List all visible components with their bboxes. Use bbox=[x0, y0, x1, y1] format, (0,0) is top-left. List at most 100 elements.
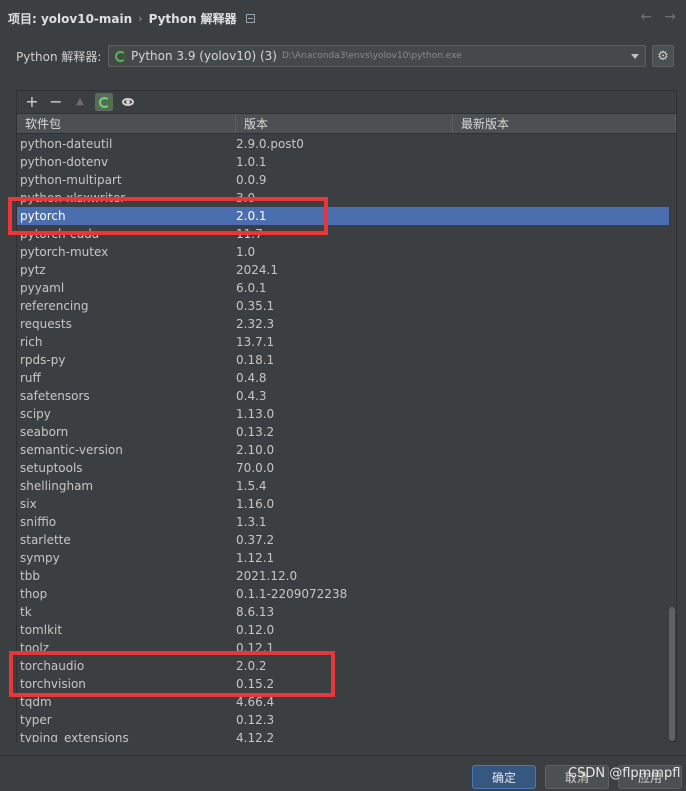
cell-package: tbb bbox=[20, 569, 40, 583]
table-row[interactable]: pytz 2024.1 bbox=[17, 261, 669, 279]
chevron-down-icon[interactable] bbox=[631, 54, 639, 59]
table-row[interactable]: setuptools 70.0.0 bbox=[17, 459, 669, 477]
column-header-version[interactable]: 版本 bbox=[236, 114, 453, 133]
cell-package: python-dotenv bbox=[20, 155, 109, 169]
cell-version: 2021.12.0 bbox=[236, 569, 298, 583]
breadcrumb-separator: › bbox=[138, 11, 143, 25]
table-row[interactable]: pyyaml 6.0.1 bbox=[17, 279, 669, 297]
breadcrumb-project[interactable]: 项目: yolov10-main bbox=[8, 10, 132, 27]
column-header-package[interactable]: 软件包 bbox=[17, 114, 236, 133]
table-row[interactable]: python-dotenv 1.0.1 bbox=[17, 153, 669, 171]
table-row[interactable]: safetensors 0.4.3 bbox=[17, 387, 669, 405]
cell-package: safetensors bbox=[20, 389, 90, 403]
cell-package: python-dateutil bbox=[20, 137, 113, 151]
refresh-icon bbox=[98, 96, 110, 108]
cell-version: 4.66.4 bbox=[236, 695, 275, 709]
watermark: CSDN @flpmmpfl bbox=[568, 766, 681, 781]
cell-package: scipy bbox=[20, 407, 51, 421]
table-row[interactable]: tk 8.6.13 bbox=[17, 603, 669, 621]
table-row[interactable]: shellingham 1.5.4 bbox=[17, 477, 669, 495]
cell-version: 0.1.1-2209072238 bbox=[236, 587, 348, 601]
interpreter-settings-button[interactable]: ⚙ bbox=[652, 45, 674, 67]
packages-toolbar: + − ▲ bbox=[17, 91, 676, 113]
back-arrow-icon[interactable]: ← bbox=[641, 9, 653, 25]
cell-version: 1.0 bbox=[236, 245, 256, 259]
cell-package: pytz bbox=[20, 263, 46, 277]
collapse-icon[interactable] bbox=[245, 13, 255, 23]
table-row[interactable]: python-dateutil 2.9.0.post0 bbox=[17, 135, 669, 153]
cell-package: python-multipart bbox=[20, 173, 122, 187]
cell-package: ruff bbox=[20, 371, 41, 385]
cell-version: 13.7.1 bbox=[236, 335, 275, 349]
table-row[interactable]: pytorch-mutex 1.0 bbox=[17, 243, 669, 261]
forward-arrow-icon[interactable]: → bbox=[664, 9, 676, 25]
cell-package: seaborn bbox=[20, 425, 69, 439]
table-row[interactable]: thop 0.1.1-2209072238 bbox=[17, 585, 669, 603]
eye-icon bbox=[122, 98, 134, 106]
cell-package: sympy bbox=[20, 551, 60, 565]
breadcrumb: 项目: yolov10-main › Python 解释器 bbox=[8, 8, 255, 28]
ok-button[interactable]: 确定 bbox=[472, 765, 536, 789]
table-row[interactable]: tbb 2021.12.0 bbox=[17, 567, 669, 585]
cell-package: rich bbox=[20, 335, 43, 349]
cell-package: tqdm bbox=[20, 695, 52, 709]
packages-panel: + − ▲ 软件包 版本 最新版本 python-dateutil 2.9.0.p… bbox=[16, 90, 677, 742]
interpreter-select[interactable]: Python 3.9 (yolov10) (3) D:\Anaconda3\en… bbox=[108, 45, 646, 67]
refresh-button[interactable] bbox=[95, 93, 113, 111]
table-row[interactable]: referencing 0.35.1 bbox=[17, 297, 669, 315]
add-package-button[interactable]: + bbox=[23, 93, 41, 111]
scrollbar-thumb[interactable] bbox=[669, 607, 675, 741]
cell-version: 0.4.3 bbox=[236, 389, 267, 403]
cell-version: 70.0.0 bbox=[236, 461, 275, 475]
cell-package: rpds-py bbox=[20, 353, 66, 367]
cell-package: referencing bbox=[20, 299, 89, 313]
nav-arrows: ← → bbox=[641, 9, 676, 25]
table-row[interactable]: semantic-version 2.10.0 bbox=[17, 441, 669, 459]
cell-version: 6.0.1 bbox=[236, 281, 267, 295]
table-row[interactable]: sympy 1.12.1 bbox=[17, 549, 669, 567]
cell-package: six bbox=[20, 497, 37, 511]
table-scrollbar[interactable] bbox=[667, 135, 675, 742]
remove-package-button[interactable]: − bbox=[47, 93, 65, 111]
interpreter-row: Python 解释器: Python 3.9 (yolov10) (3) D:\… bbox=[16, 44, 676, 68]
table-row[interactable]: six 1.16.0 bbox=[17, 495, 669, 513]
table-row[interactable]: sniffio 1.3.1 bbox=[17, 513, 669, 531]
cell-version: 0.12.0 bbox=[236, 623, 275, 637]
table-row[interactable]: ruff 0.4.8 bbox=[17, 369, 669, 387]
interpreter-label: Python 解释器: bbox=[16, 49, 102, 64]
cell-version: 0.37.2 bbox=[236, 533, 275, 547]
breadcrumb-page: Python 解释器 bbox=[148, 11, 237, 26]
cell-package: semantic-version bbox=[20, 443, 123, 457]
cell-package: tk bbox=[20, 605, 32, 619]
highlight-box-pytorch bbox=[8, 197, 328, 235]
cell-package: setuptools bbox=[20, 461, 83, 475]
cell-package: typing_extensions bbox=[20, 731, 129, 742]
cell-package: starlette bbox=[20, 533, 71, 547]
table-row[interactable]: requests 2.32.3 bbox=[17, 315, 669, 333]
upgrade-package-button[interactable]: ▲ bbox=[71, 93, 89, 111]
table-row[interactable]: python-multipart 0.0.9 bbox=[17, 171, 669, 189]
cell-version: 0.18.1 bbox=[236, 353, 275, 367]
table-row[interactable]: seaborn 0.13.2 bbox=[17, 423, 669, 441]
cell-version: 1.0.1 bbox=[236, 155, 267, 169]
cell-package: thop bbox=[20, 587, 48, 601]
cell-version: 2.10.0 bbox=[236, 443, 275, 457]
show-early-releases-button[interactable] bbox=[119, 93, 137, 111]
cell-package: typer bbox=[20, 713, 52, 727]
highlight-box-torch-libs bbox=[9, 651, 335, 697]
cell-package: sniffio bbox=[20, 515, 57, 529]
cell-version: 2.9.0.post0 bbox=[236, 137, 304, 151]
cell-version: 1.16.0 bbox=[236, 497, 275, 511]
table-row[interactable]: typer 0.12.3 bbox=[17, 711, 669, 729]
table-row[interactable]: typing_extensions 4.12.2 bbox=[17, 729, 669, 742]
cell-package: tomlkit bbox=[20, 623, 63, 637]
table-row[interactable]: scipy 1.13.0 bbox=[17, 405, 669, 423]
table-row[interactable]: rpds-py 0.18.1 bbox=[17, 351, 669, 369]
interpreter-path: D:\Anaconda3\envs\yolov10\python.exe bbox=[281, 51, 462, 61]
loading-spinner-icon bbox=[115, 50, 126, 62]
table-row[interactable]: rich 13.7.1 bbox=[17, 333, 669, 351]
column-header-latest[interactable]: 最新版本 bbox=[453, 114, 676, 133]
footer-divider bbox=[0, 755, 686, 756]
table-row[interactable]: starlette 0.37.2 bbox=[17, 531, 669, 549]
table-row[interactable]: tomlkit 0.12.0 bbox=[17, 621, 669, 639]
